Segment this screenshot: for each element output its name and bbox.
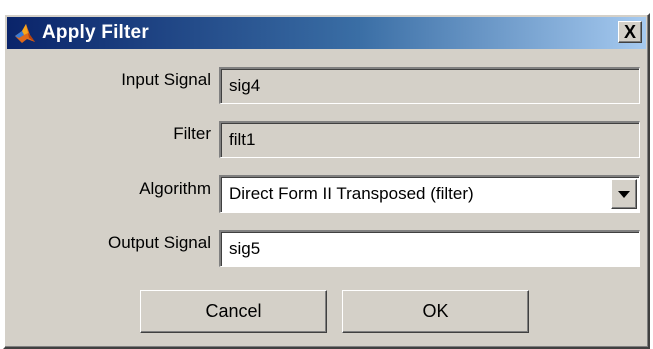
- cancel-button[interactable]: Cancel: [140, 290, 327, 333]
- matlab-logo-icon: [12, 20, 38, 46]
- filter-field: filt1: [219, 121, 640, 158]
- filter-value: filt1: [229, 130, 256, 149]
- input-signal-label: Input Signal: [121, 70, 211, 89]
- chevron-down-icon: [618, 190, 630, 198]
- algorithm-dropdown-button[interactable]: [611, 179, 637, 209]
- filter-label: Filter: [173, 124, 211, 143]
- algorithm-label: Algorithm: [139, 179, 211, 198]
- close-icon: X: [623, 22, 636, 42]
- ok-button[interactable]: OK: [342, 290, 529, 333]
- output-signal-label: Output Signal: [107, 233, 211, 252]
- input-signal-field: sig4: [219, 67, 640, 104]
- title-bar[interactable]: Apply Filter X: [7, 17, 646, 49]
- apply-filter-dialog: Apply Filter X Input Signal sig4 Filter …: [3, 13, 650, 349]
- output-signal-value: sig5: [229, 239, 261, 258]
- algorithm-selected-value: Direct Form II Transposed (filter): [229, 184, 474, 203]
- input-signal-value: sig4: [229, 76, 261, 95]
- algorithm-select[interactable]: Direct Form II Transposed (filter): [219, 175, 640, 213]
- window-title: Apply Filter: [42, 22, 149, 43]
- output-signal-input[interactable]: sig5: [219, 230, 640, 267]
- close-button[interactable]: X: [618, 21, 642, 43]
